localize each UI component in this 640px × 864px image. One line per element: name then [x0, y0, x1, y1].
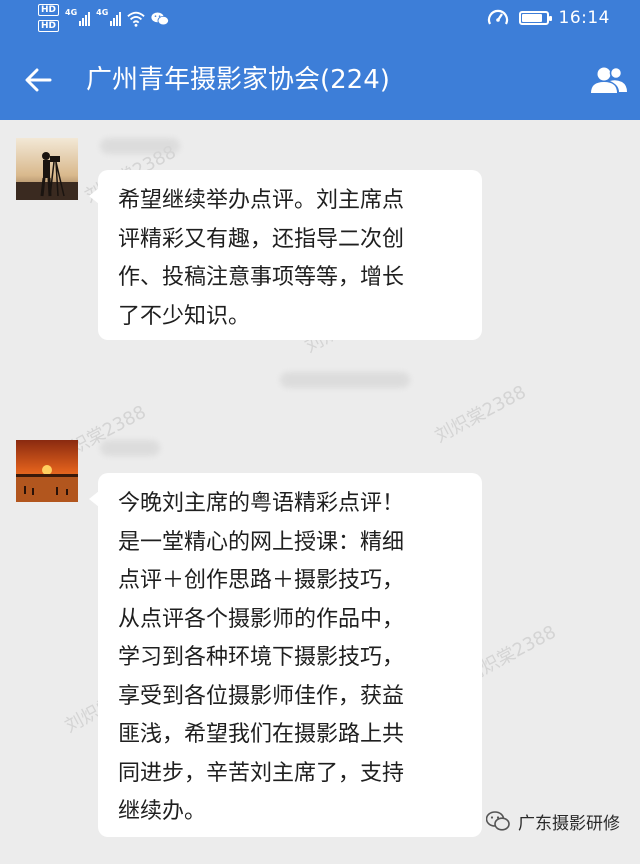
speedometer-icon [487, 9, 508, 25]
arrow-left-icon [25, 68, 52, 92]
message-bubble[interactable]: 今晚刘主席的粤语精彩点评！ 是一堂精心的网上授课：精细 点评＋创作思路＋摄影技巧… [89, 473, 482, 837]
signal-icon: 4G [65, 8, 91, 26]
message-line: 点评＋创作思路＋摄影技巧， [118, 568, 405, 593]
message-line: 匪浅，希望我们在摄影路上共 [118, 722, 405, 747]
sender-name-blurred [100, 440, 160, 456]
wechat-logo-icon [486, 810, 510, 831]
hd-badge: HD [38, 4, 60, 16]
group-icon [591, 66, 627, 93]
avatar[interactable] [16, 138, 78, 200]
sender-name-blurred [280, 372, 410, 388]
message-line: 希望继续举办点评。刘主席点 [118, 188, 405, 213]
status-right: 16:14 [487, 8, 611, 28]
photographer-silhouette-avatar [16, 138, 78, 200]
wechat-icon [151, 12, 170, 26]
page-title: 广州青年摄影家协会(224) [86, 65, 390, 95]
chat-header: 广州青年摄影家协会(224) [0, 40, 640, 120]
message-line: 继续办。 [118, 799, 207, 824]
network-label: 4G [65, 8, 78, 17]
watermark: 刘炽棠2388 [431, 381, 530, 448]
message-line: 从点评各个摄影师的作品中， [118, 606, 405, 632]
brand-name: 广东摄影研修 [518, 814, 620, 834]
group-members-button[interactable] [588, 60, 630, 100]
message-line: 评精彩又有趣，还指导二次创 [118, 226, 405, 252]
wifi-icon [127, 11, 145, 27]
hd-badges: HD HD [38, 4, 60, 32]
avatar[interactable] [16, 440, 78, 502]
sender-name-blurred [100, 138, 180, 154]
network-label: 4G [96, 8, 109, 17]
signal-icon: 4G [96, 8, 122, 26]
message-line: 今晚刘主席的粤语精彩点评！ [118, 491, 405, 516]
message-line: 学习到各种环境下摄影技巧， [118, 645, 405, 670]
battery-fill [521, 14, 542, 22]
clock: 16:14 [558, 8, 610, 28]
battery-icon [518, 11, 552, 25]
message-line: 是一堂精心的网上授课：精细 [118, 529, 405, 555]
status-left: HD HD 4G 4G [38, 4, 170, 32]
back-button[interactable] [18, 60, 58, 100]
hd-badge: HD [38, 20, 60, 32]
message-line: 享受到各位摄影师佳作，获益 [118, 683, 405, 709]
status-bar: HD HD 4G 4G 16:14 [0, 0, 640, 40]
message-bubble[interactable]: 希望继续举办点评。刘主席点 评精彩又有趣，还指导二次创 作、投稿注意事项等等，增… [89, 170, 482, 340]
brand-watermark: 广东摄影研修 [486, 809, 620, 834]
message-line: 了不少知识。 [118, 303, 251, 329]
message-line: 同进步，辛苦刘主席了，支持 [118, 760, 405, 786]
message-line: 作、投稿注意事项等等，增长 [118, 265, 405, 290]
sunset-beach-avatar [16, 440, 78, 502]
